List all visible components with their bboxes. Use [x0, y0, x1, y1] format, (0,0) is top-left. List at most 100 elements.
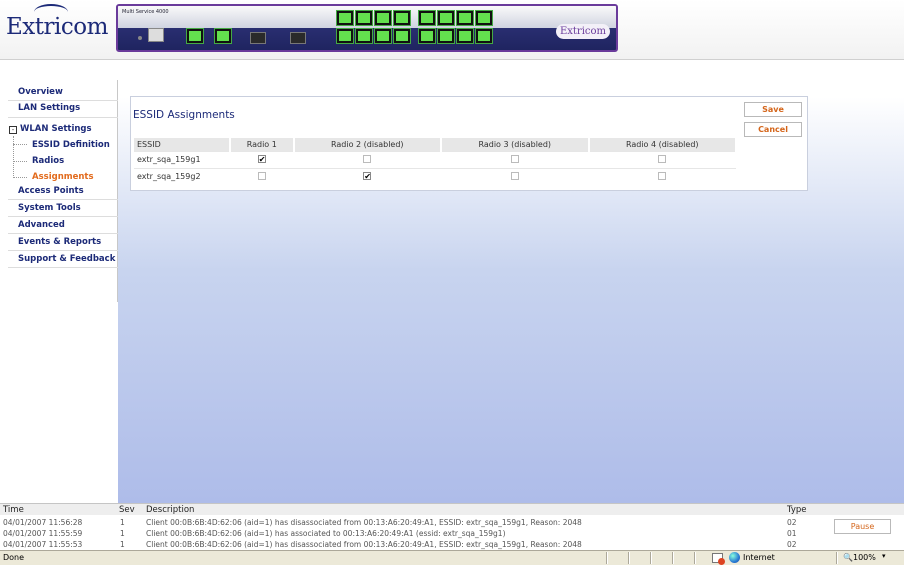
- sidebar-item-support-feedback[interactable]: Support & Feedback: [0, 254, 118, 264]
- radio-port-icon: [475, 10, 493, 26]
- log-row[interactable]: 04/01/2007 11:56:28 1 Client 00:0B:6B:4D…: [0, 517, 810, 528]
- sidebar: Overview LAN Settings - WLAN Settings ESS…: [0, 80, 118, 302]
- radio-port-icon: [418, 28, 436, 44]
- security-zone-label: Internet: [743, 553, 775, 562]
- radio-1-checkbox[interactable]: ✔: [257, 155, 266, 164]
- pause-button[interactable]: Pause: [834, 519, 891, 534]
- lan-port-icon: [214, 28, 232, 44]
- radio-port-icon: [393, 10, 411, 26]
- sidebar-item-overview[interactable]: Overview: [0, 87, 118, 97]
- status-divider: [606, 552, 608, 564]
- console-port-icon: [148, 28, 164, 42]
- radio-2-checkbox[interactable]: ✔: [363, 172, 372, 181]
- status-divider: [650, 552, 652, 564]
- sidebar-divider: [8, 117, 118, 118]
- zoom-icon[interactable]: 🔍: [843, 553, 853, 562]
- sidebar-item-events-reports[interactable]: Events & Reports: [0, 237, 118, 247]
- power-led-icon: [138, 36, 142, 40]
- status-divider: [628, 552, 630, 564]
- page-title: ESSID Assignments: [133, 109, 235, 121]
- chevron-down-icon[interactable]: ▾: [882, 552, 886, 560]
- radio-3-checkbox[interactable]: [510, 154, 519, 163]
- radio-port-icon: [336, 10, 354, 26]
- radio-port-icon: [456, 28, 474, 44]
- sidebar-item-radios[interactable]: Radios: [0, 156, 118, 166]
- radio-port-icon: [437, 10, 455, 26]
- radio-4-checkbox[interactable]: [658, 154, 667, 163]
- sfp-slot-icon: [290, 32, 306, 44]
- essid-assignments-panel: ESSID Assignments ESSID Radio 1 Radio 2 …: [130, 96, 808, 191]
- sidebar-divider: [8, 267, 118, 268]
- log-description: Client 00:0B:6B:4D:62:06 (aid=1) has dis…: [146, 540, 582, 549]
- device-model-label: Multi Service 4000: [122, 9, 169, 15]
- log-time: 04/01/2007 11:56:28: [3, 518, 83, 527]
- log-time: 04/01/2007 11:55:53: [3, 540, 83, 549]
- column-header-radio-2: Radio 2 (disabled): [293, 138, 443, 151]
- radio-port-icon: [475, 28, 493, 44]
- internet-zone-icon: [729, 552, 740, 563]
- event-log: Time Sev Description Type 04/01/2007 11:…: [0, 503, 904, 550]
- browser-status-bar: Done Internet 🔍 100% ▾: [0, 550, 904, 565]
- status-divider: [672, 552, 674, 564]
- assignments-table: ESSID Radio 1 Radio 2 (disabled) Radio 3…: [134, 138, 737, 185]
- essid-cell: extr_sqa_159g2: [134, 167, 230, 185]
- sfp-slot-icon: [250, 32, 266, 44]
- sidebar-item-lan-settings[interactable]: LAN Settings: [0, 103, 118, 113]
- main-content: ESSID Assignments ESSID Radio 1 Radio 2 …: [118, 80, 904, 503]
- log-header-type: Type: [787, 505, 807, 515]
- status-text: Done: [3, 553, 25, 562]
- radio-port-icon: [418, 10, 436, 26]
- sidebar-divider: [8, 250, 118, 251]
- save-button[interactable]: Save: [744, 102, 802, 117]
- radio-port-icon: [355, 10, 373, 26]
- extricom-logo: Extricom: [6, 14, 108, 40]
- header: Extricom Multi Service 4000 Extricom: [0, 0, 904, 60]
- radio-port-icon: [374, 28, 392, 44]
- log-header-sev: Sev: [119, 505, 135, 515]
- sidebar-item-assignments[interactable]: Assignments: [0, 172, 118, 182]
- radio-2-checkbox[interactable]: [363, 154, 372, 163]
- log-description: Client 00:0B:6B:4D:62:06 (aid=1) has dis…: [146, 518, 582, 527]
- sidebar-item-system-tools[interactable]: System Tools: [0, 203, 118, 213]
- column-header-radio-4: Radio 4 (disabled): [588, 138, 737, 151]
- log-description: Client 00:0B:6B:4D:62:06 (aid=1) has ass…: [146, 529, 506, 538]
- log-sev: 1: [120, 518, 125, 527]
- sidebar-item-essid-definition[interactable]: ESSID Definition: [0, 140, 118, 150]
- sidebar-divider: [8, 199, 118, 200]
- log-row[interactable]: 04/01/2007 11:55:59 1 Client 00:0B:6B:4D…: [0, 528, 810, 539]
- device-front-panel: Multi Service 4000 Extricom: [116, 4, 618, 52]
- cancel-button[interactable]: Cancel: [744, 122, 802, 137]
- sidebar-divider: [8, 100, 118, 101]
- log-sev: 1: [120, 540, 125, 549]
- radio-port-icon: [336, 28, 354, 44]
- table-row: extr_sqa_159g1 ✔: [134, 150, 736, 168]
- blocked-content-icon[interactable]: [712, 553, 725, 565]
- column-header-radio-1: Radio 1: [230, 138, 295, 151]
- table-row: extr_sqa_159g2 ✔: [134, 167, 736, 185]
- log-type: 02: [787, 518, 797, 527]
- table-header-row: ESSID Radio 1 Radio 2 (disabled) Radio 3…: [134, 138, 737, 151]
- sidebar-item-wlan-settings[interactable]: - WLAN Settings: [0, 124, 118, 134]
- radio-1-checkbox[interactable]: [257, 171, 266, 180]
- radio-3-checkbox[interactable]: [510, 171, 519, 180]
- log-sev: 1: [120, 529, 125, 538]
- lan-port-icon: [186, 28, 204, 44]
- radio-port-icon: [437, 28, 455, 44]
- column-header-essid: ESSID: [134, 138, 231, 151]
- log-row[interactable]: 04/01/2007 11:55:53 1 Client 00:0B:6B:4D…: [0, 539, 810, 550]
- sidebar-item-label: WLAN Settings: [20, 124, 92, 134]
- sidebar-item-access-points[interactable]: Access Points: [0, 186, 118, 196]
- status-divider: [694, 552, 696, 564]
- radio-4-checkbox[interactable]: [658, 171, 667, 180]
- status-divider: [836, 552, 838, 564]
- radio-port-icon: [393, 28, 411, 44]
- log-time: 04/01/2007 11:55:59: [3, 529, 83, 538]
- device-brand-badge: Extricom: [555, 24, 610, 39]
- sidebar-divider: [8, 216, 118, 217]
- log-type: 01: [787, 529, 797, 538]
- sidebar-item-advanced[interactable]: Advanced: [0, 220, 118, 230]
- zoom-level[interactable]: 100%: [853, 553, 876, 562]
- radio-port-icon: [355, 28, 373, 44]
- sidebar-divider: [8, 233, 118, 234]
- collapse-toggle-icon[interactable]: -: [9, 126, 17, 134]
